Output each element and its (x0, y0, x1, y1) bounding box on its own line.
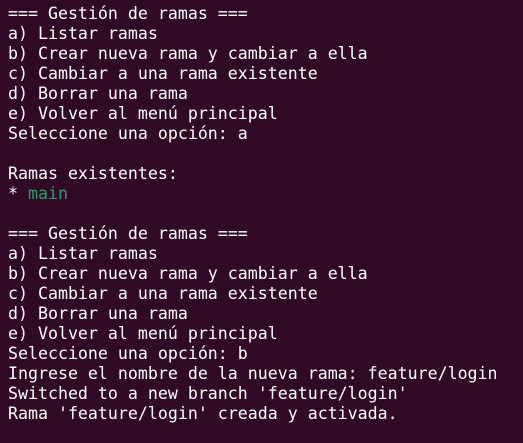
menu-option-delete: d) Borrar una rama (8, 84, 188, 103)
menu-option-back: e) Volver al menú principal (8, 104, 278, 123)
terminal-output[interactable]: === Gestión de ramas === a) Listar ramas… (0, 0, 523, 443)
confirmation-message: Rama 'feature/login' creada y activada. (8, 404, 398, 423)
menu-option-list: a) Listar ramas (8, 244, 158, 263)
branch-name: main (27, 184, 68, 203)
menu-option-list: a) Listar ramas (8, 24, 158, 43)
branch-entry: * main (8, 184, 523, 204)
selection-prompt: Seleccione una opción: b (8, 344, 248, 363)
branches-heading: Ramas existentes: (8, 164, 178, 183)
menu-title: === Gestión de ramas === (8, 224, 248, 243)
menu-title: === Gestión de ramas === (8, 4, 248, 23)
current-branch-marker: * (8, 184, 28, 203)
menu-option-create: b) Crear nueva rama y cambiar a ella (8, 264, 368, 283)
selection-prompt: Seleccione una opción: a (8, 124, 248, 143)
menu-option-switch: c) Cambiar a una rama existente (8, 64, 318, 83)
branch-name-prompt: Ingrese el nombre de la nueva rama: feat… (8, 364, 498, 383)
menu-option-create: b) Crear nueva rama y cambiar a ella (8, 44, 368, 63)
menu-option-delete: d) Borrar una rama (8, 304, 188, 323)
git-output: Switched to a new branch 'feature/login' (8, 384, 408, 403)
menu-option-switch: c) Cambiar a una rama existente (8, 284, 318, 303)
menu-option-back: e) Volver al menú principal (8, 324, 278, 343)
